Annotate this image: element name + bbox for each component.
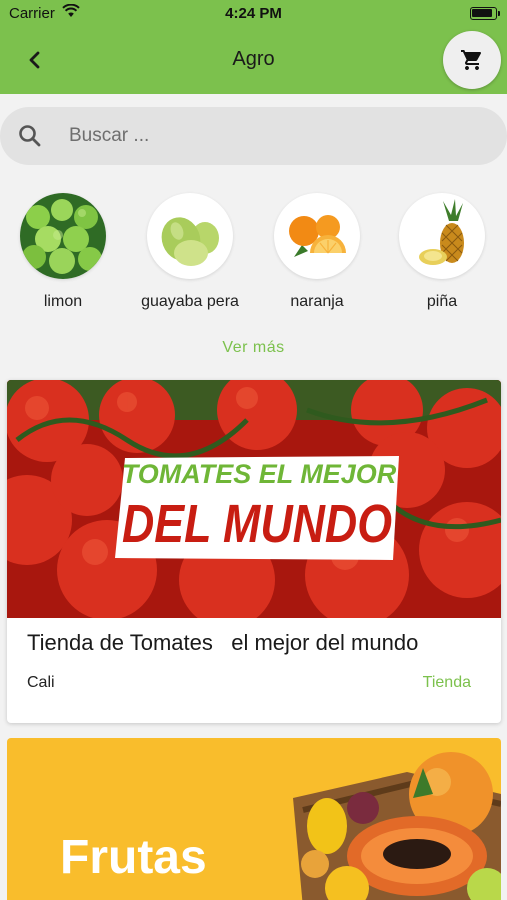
category-label: piña xyxy=(426,293,458,310)
cart-button[interactable] xyxy=(443,31,501,89)
search-bar[interactable]: Buscar ... xyxy=(0,107,507,165)
limon-image xyxy=(20,193,106,279)
pina-image xyxy=(399,193,485,279)
store-card[interactable]: TOMATES EL MEJOR DEL MUNDO Tienda de Tom… xyxy=(7,380,501,723)
frutas-promo-card[interactable]: Frutas xyxy=(7,738,501,900)
banner-line1: TOMATES EL MEJOR xyxy=(122,459,397,489)
battery-icon xyxy=(470,7,500,20)
status-time: 4:24 PM xyxy=(225,5,282,22)
see-more-link[interactable]: Ver más xyxy=(0,339,507,357)
naranja-image xyxy=(274,193,360,279)
search-icon xyxy=(17,123,43,154)
search-placeholder: Buscar ... xyxy=(69,125,150,146)
category-label: limon xyxy=(43,293,83,310)
category-guayaba-pera[interactable]: guayaba pera xyxy=(130,193,250,311)
promo-title: Frutas xyxy=(60,831,207,884)
banner-line2: DEL MUNDO xyxy=(122,494,392,554)
status-bar: Carrier 4:24 PM xyxy=(0,0,507,28)
category-naranja[interactable]: naranja xyxy=(257,193,377,311)
cart-icon xyxy=(461,50,482,70)
category-pina[interactable]: piña xyxy=(382,193,502,311)
store-link[interactable]: Tienda xyxy=(423,674,471,692)
page-title: Agro xyxy=(232,48,275,70)
navigation-bar: Agro xyxy=(0,28,507,94)
category-label: naranja xyxy=(290,293,344,310)
store-city: Cali xyxy=(27,674,55,691)
category-label: guayaba pera xyxy=(141,293,239,310)
guayaba-image xyxy=(147,193,233,279)
store-name: Tienda de Tomates el mejor del mundo xyxy=(27,630,419,655)
category-limon[interactable]: limon xyxy=(3,193,123,311)
store-banner-image: TOMATES EL MEJOR DEL MUNDO xyxy=(7,380,501,618)
app-header: Carrier 4:24 PM Agro xyxy=(0,0,507,94)
